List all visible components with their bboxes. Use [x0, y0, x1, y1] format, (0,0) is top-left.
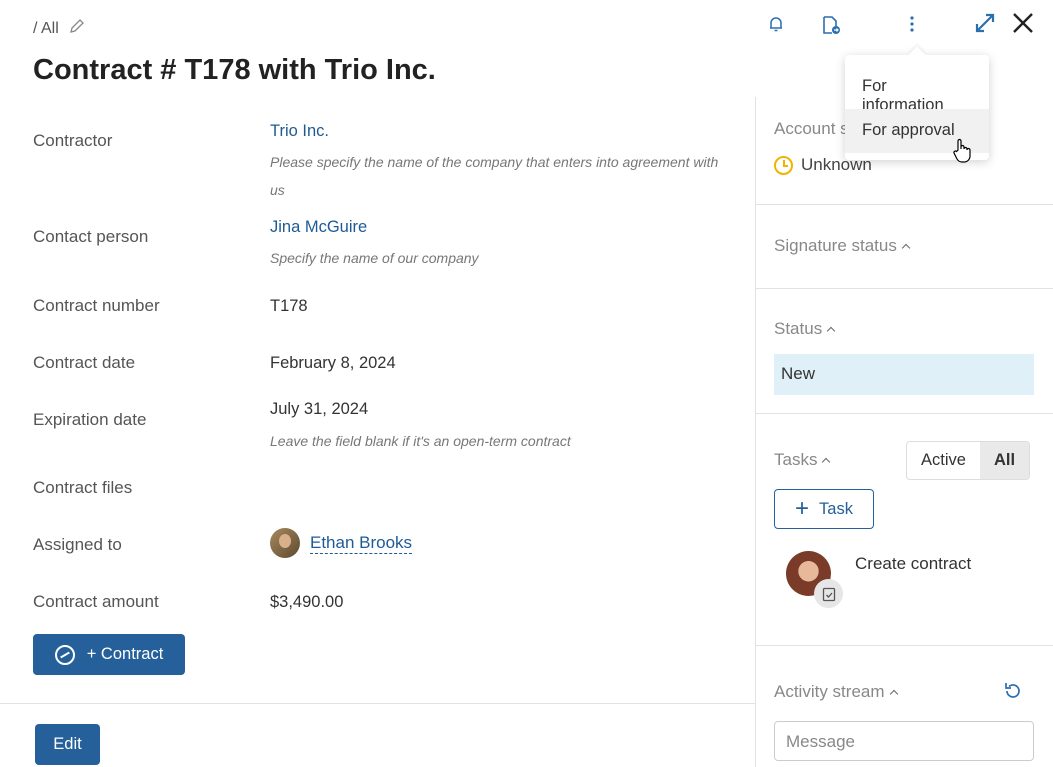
status-title: Status — [774, 319, 823, 338]
clock-icon — [774, 155, 793, 175]
panel-divider — [755, 413, 1053, 414]
task-item[interactable]: Create contract — [855, 554, 971, 574]
process-icon — [54, 644, 75, 665]
footer-divider — [0, 703, 755, 704]
contractor-label: Contractor — [33, 131, 113, 150]
signature-status-title: Signature status — [774, 236, 897, 255]
contact-person-value[interactable]: Jina McGuire — [270, 218, 367, 237]
checklist-icon — [814, 579, 843, 608]
breadcrumb-all[interactable]: / All — [33, 20, 59, 38]
activity-stream-title: Activity stream — [774, 682, 885, 701]
edit-button[interactable]: Edit — [35, 724, 100, 765]
avatar — [270, 528, 300, 558]
contract-files-label: Contract files — [33, 478, 133, 497]
hand-cursor-icon — [952, 138, 972, 171]
contractor-value[interactable]: Trio Inc. — [270, 122, 329, 141]
contract-number-value: T178 — [270, 297, 308, 315]
message-input[interactable]: Message — [774, 721, 1034, 761]
tasks-filter-active[interactable]: Active — [907, 442, 980, 479]
panel-divider — [755, 288, 1053, 289]
add-contract-label: + Contract — [86, 645, 164, 663]
more-vertical-icon[interactable] — [908, 15, 916, 38]
dropdown-item-for-information[interactable]: For information — [845, 65, 989, 114]
account-status-title: Account s — [774, 119, 849, 138]
breadcrumb: / All — [33, 18, 85, 39]
tasks-filter-all[interactable]: All — [979, 442, 1030, 479]
tasks-toggle[interactable]: Tasks — [774, 450, 831, 470]
add-task-label: Task — [819, 499, 853, 518]
side-panel — [755, 97, 1053, 767]
chevron-up-icon — [889, 689, 898, 699]
contractor-hint: Please specify the name of the company t… — [270, 154, 719, 198]
assignee[interactable]: Ethan Brooks — [270, 528, 413, 558]
expiration-date-hint: Leave the field blank if it's an open-te… — [270, 433, 571, 449]
contract-date-label: Contract date — [33, 353, 136, 372]
chevron-up-icon — [822, 457, 831, 467]
page-title: Contract # T178 with Trio Inc. — [33, 54, 436, 86]
activity-stream-toggle[interactable]: Activity stream — [774, 682, 898, 702]
chevron-up-icon — [826, 326, 836, 336]
assignee-name[interactable]: Ethan Brooks — [310, 533, 413, 554]
pencil-icon[interactable] — [69, 18, 85, 39]
contact-person-hint: Specify the name of our company — [270, 250, 479, 266]
add-task-button[interactable]: + Task — [774, 489, 874, 529]
chevron-up-icon — [901, 243, 911, 253]
assigned-to-label: Assigned to — [33, 535, 122, 554]
panel-divider — [755, 204, 1053, 205]
contract-amount-value: $3,490.00 — [270, 593, 344, 611]
close-icon[interactable] — [1012, 10, 1034, 40]
contract-number-label: Contract number — [33, 296, 160, 315]
expiration-date-value: July 31, 2024 — [270, 400, 369, 418]
contract-amount-label: Contract amount — [33, 592, 159, 611]
bell-icon[interactable] — [767, 15, 785, 38]
plus-icon: + — [795, 495, 810, 522]
contract-date-value: February 8, 2024 — [270, 354, 396, 372]
status-toggle[interactable]: Status — [774, 319, 836, 339]
panel-divider — [755, 645, 1053, 646]
refresh-icon[interactable] — [1003, 681, 1023, 707]
expand-icon[interactable] — [974, 12, 996, 40]
contact-person-label: Contact person — [33, 227, 149, 246]
document-send-icon[interactable] — [821, 15, 841, 40]
expiration-date-label: Expiration date — [33, 410, 147, 429]
signature-status-toggle[interactable]: Signature status — [774, 236, 911, 256]
tasks-title: Tasks — [774, 450, 818, 469]
tasks-filter: Active All — [906, 441, 1031, 480]
status-value[interactable]: New — [774, 354, 1034, 395]
add-contract-button[interactable]: + Contract — [33, 634, 185, 675]
